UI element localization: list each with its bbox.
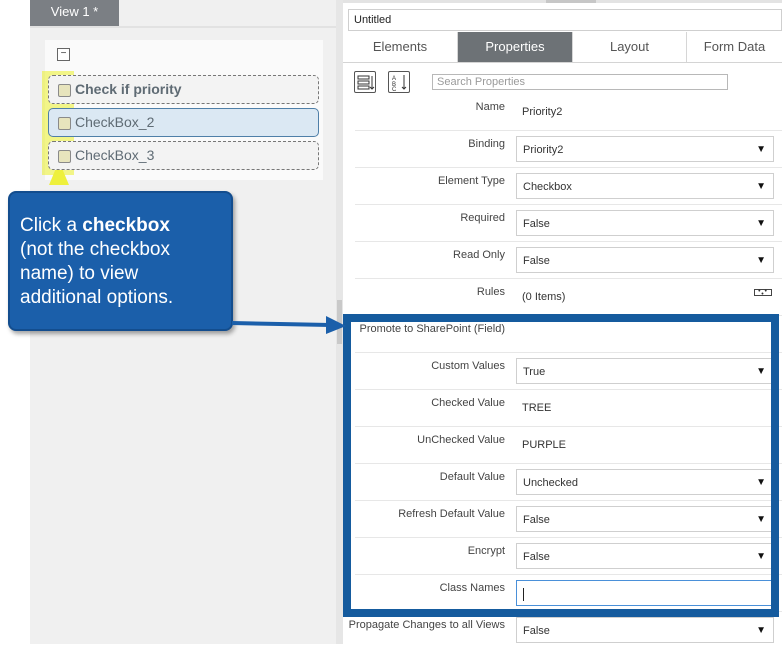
annotation-frame xyxy=(343,314,779,617)
select-value: False xyxy=(523,218,550,230)
checkbox-element-priority[interactable]: Check if priority xyxy=(48,75,319,104)
ellipsis-icon[interactable]: • • • xyxy=(754,288,772,298)
chevron-down-icon: ▼ xyxy=(756,625,766,636)
propagate-select[interactable]: False ▼ xyxy=(516,617,774,643)
chevron-down-icon: ▼ xyxy=(756,218,766,229)
callout-text-rest: (not the checkbox name) to view addition… xyxy=(20,239,174,308)
prop-row-binding: Binding Priority2 ▼ xyxy=(355,131,782,168)
tab-elements[interactable]: Elements xyxy=(343,32,458,62)
prop-row-required: Required False ▼ xyxy=(355,205,782,242)
tab-properties[interactable]: Properties xyxy=(458,32,573,62)
panel-tabs: Elements Properties Layout Form Data xyxy=(343,32,782,63)
svg-text:C: C xyxy=(392,87,397,92)
view-tab[interactable]: View 1 * xyxy=(30,0,119,26)
prop-row-rules: Rules (0 Items) • • • xyxy=(355,279,782,316)
chevron-down-icon: ▼ xyxy=(756,181,766,192)
select-value: False xyxy=(523,625,550,637)
checkbox-element-3[interactable]: CheckBox_3 xyxy=(48,141,319,170)
callout-text-pre: Click a xyxy=(20,215,83,236)
prop-row-name: Name Priority2 xyxy=(355,94,782,131)
select-value: Priority2 xyxy=(523,144,564,156)
prop-label: Propagate Changes to all Views xyxy=(348,619,505,631)
view-tab-underline xyxy=(30,26,336,28)
prop-row-propagate: Propagate Changes to all Views False ▼ xyxy=(349,612,782,649)
checkbox-icon[interactable] xyxy=(58,117,71,130)
prop-row-read-only: Read Only False ▼ xyxy=(355,242,782,279)
element-type-select[interactable]: Checkbox ▼ xyxy=(516,173,774,199)
prop-label: Element Type xyxy=(437,175,505,187)
binding-select[interactable]: Priority2 ▼ xyxy=(516,136,774,162)
collapse-icon[interactable]: − xyxy=(57,48,70,61)
checkbox-element-2[interactable]: CheckBox_2 xyxy=(48,108,319,137)
top-strip-mark xyxy=(546,0,596,3)
select-value: False xyxy=(523,255,550,267)
form-title-input[interactable]: Untitled xyxy=(348,9,782,31)
checkbox-label: CheckBox_3 xyxy=(75,147,155,163)
search-properties-input[interactable]: Search Properties xyxy=(432,74,728,90)
tab-layout[interactable]: Layout xyxy=(573,32,687,62)
select-value: Checkbox xyxy=(523,181,572,193)
chevron-down-icon: ▼ xyxy=(756,255,766,266)
chevron-down-icon: ▼ xyxy=(756,144,766,155)
prop-label: Rules xyxy=(476,286,505,298)
prop-label: Name xyxy=(475,101,505,113)
callout-text-bold: checkbox xyxy=(82,215,170,236)
categorized-view-icon[interactable] xyxy=(354,71,376,93)
checkbox-label: CheckBox_2 xyxy=(75,114,155,130)
checkbox-icon[interactable] xyxy=(58,150,71,163)
rules-value: (0 Items) xyxy=(522,291,566,303)
name-field[interactable]: Priority2 xyxy=(516,99,774,125)
instruction-callout: Click a checkbox (not the checkbox name)… xyxy=(8,191,233,331)
checkbox-label: Check if priority xyxy=(75,81,182,97)
alphabetical-sort-icon[interactable]: ABC xyxy=(388,71,410,93)
prop-row-element-type: Element Type Checkbox ▼ xyxy=(355,168,782,205)
prop-label: Binding xyxy=(468,138,505,150)
read-only-select[interactable]: False ▼ xyxy=(516,247,774,273)
required-select[interactable]: False ▼ xyxy=(516,210,774,236)
prop-label: Read Only xyxy=(453,249,505,261)
tab-form-data[interactable]: Form Data xyxy=(687,32,782,62)
annotation-arrow xyxy=(231,316,346,334)
prop-label: Required xyxy=(460,212,505,224)
checkbox-icon[interactable] xyxy=(58,84,71,97)
